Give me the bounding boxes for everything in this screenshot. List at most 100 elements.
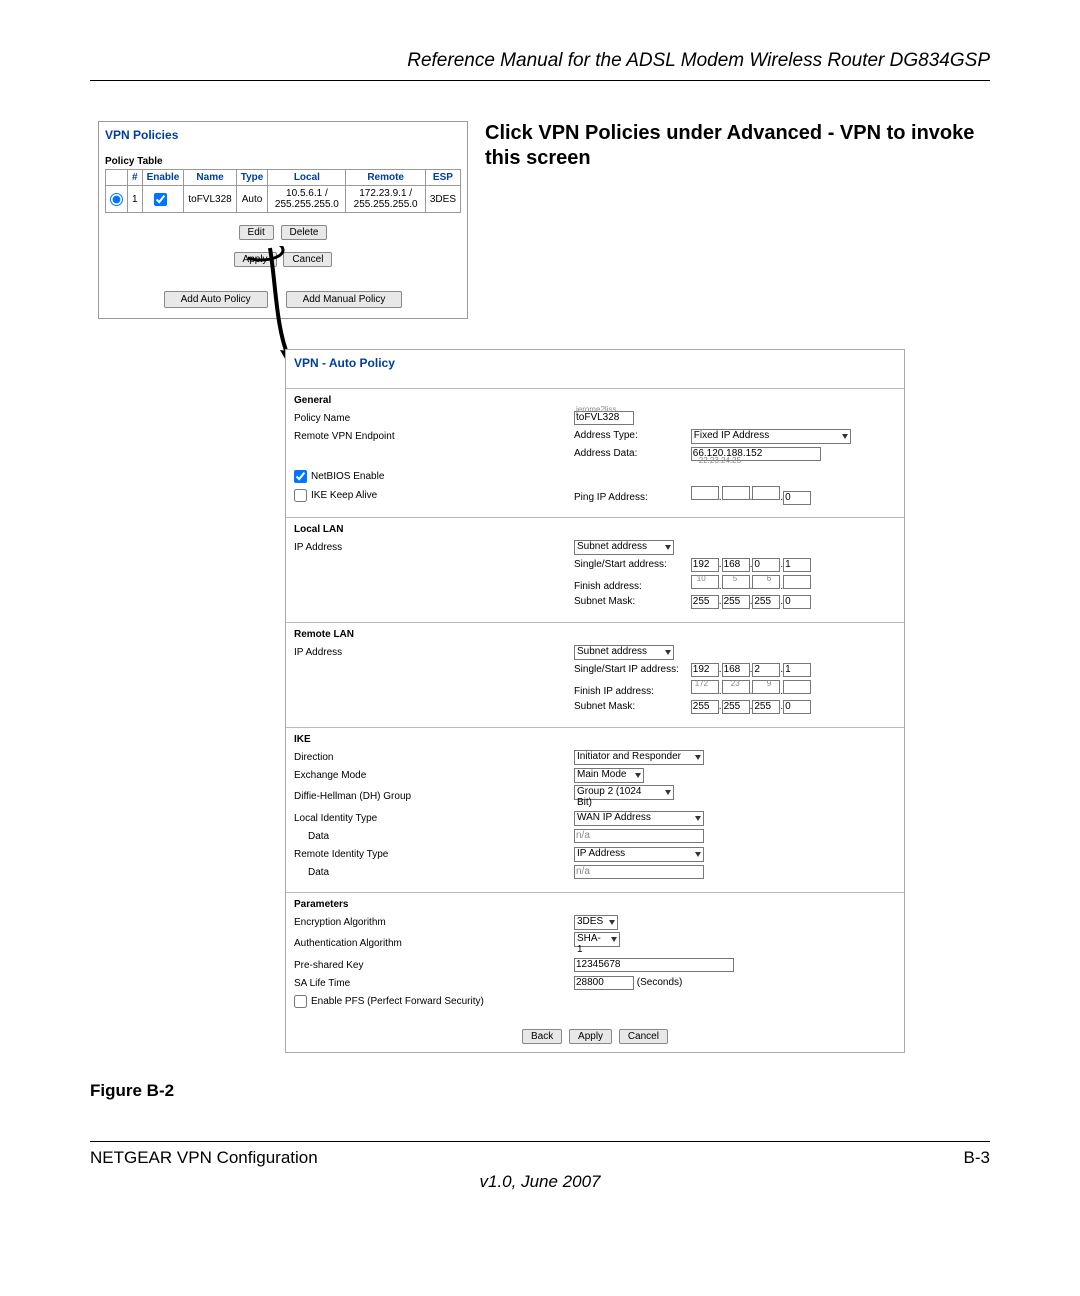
local-data-input[interactable]: n/a xyxy=(574,829,704,843)
dh-select[interactable]: Group 2 (1024 Bit) xyxy=(574,785,674,800)
local-finish-4[interactable] xyxy=(783,575,811,589)
psk-input[interactable]: 12345678 xyxy=(574,958,734,972)
ping-oct1[interactable] xyxy=(691,486,719,500)
local-mask-4[interactable]: 0 xyxy=(783,595,811,609)
sa-input[interactable]: 28800 xyxy=(574,976,634,990)
local-ip-label: IP Address xyxy=(294,542,574,553)
remote-single-4[interactable]: 1 xyxy=(783,663,811,677)
local-mask-label: Subnet Mask: xyxy=(574,596,688,607)
ping-oct4[interactable]: 0 xyxy=(783,491,811,505)
local-ip-type-select[interactable]: Subnet address xyxy=(574,540,674,555)
auth-select[interactable]: SHA-1 xyxy=(574,932,620,947)
cancel-button-2[interactable]: Cancel xyxy=(619,1029,668,1044)
local-id-select[interactable]: WAN IP Address xyxy=(574,811,704,826)
vpn-policies-title: VPN Policies xyxy=(105,128,461,142)
auto-policy-title: VPN - Auto Policy xyxy=(286,350,904,388)
netbios-label: NetBIOS Enable xyxy=(311,471,384,482)
enc-label: Encryption Algorithm xyxy=(294,917,574,928)
col-enable: Enable xyxy=(142,170,184,186)
local-single-label: Single/Start address: xyxy=(574,559,688,570)
ping-oct2[interactable] xyxy=(722,486,750,500)
ike-keepalive-checkbox[interactable] xyxy=(294,489,307,502)
col-type: Type xyxy=(236,170,268,186)
footer-right: B-3 xyxy=(964,1148,990,1168)
ike-heading: IKE xyxy=(294,734,896,745)
local-id-label: Local Identity Type xyxy=(294,813,574,824)
sa-label: SA Life Time xyxy=(294,978,574,989)
dh-label: Diffie-Hellman (DH) Group xyxy=(294,791,574,802)
g2: 5 xyxy=(733,574,737,583)
exchange-label: Exchange Mode xyxy=(294,770,574,781)
apply-button-2[interactable]: Apply xyxy=(569,1029,612,1044)
local-single-1[interactable]: 192 xyxy=(691,558,719,572)
policy-table-label: Policy Table xyxy=(105,156,461,167)
g3: 6 xyxy=(767,574,771,583)
row-enable-checkbox[interactable] xyxy=(154,193,167,206)
remote-mask-2[interactable]: 255 xyxy=(722,700,750,714)
col-name-hdr: Name xyxy=(184,170,236,186)
rg2: 23 xyxy=(731,679,740,688)
policy-table: # Enable Name Type Local Remote ESP 1 to… xyxy=(105,169,461,213)
address-type-select[interactable]: Fixed IP Address xyxy=(691,429,851,444)
local-mask-2[interactable]: 255 xyxy=(722,595,750,609)
netbios-checkbox[interactable] xyxy=(294,470,307,483)
remote-single-3[interactable]: 2 xyxy=(752,663,780,677)
local-single-3[interactable]: 0 xyxy=(752,558,780,572)
ping-oct3[interactable] xyxy=(752,486,780,500)
direction-label: Direction xyxy=(294,752,574,763)
delete-button[interactable]: Delete xyxy=(281,225,328,240)
remote-single-1[interactable]: 192 xyxy=(691,663,719,677)
enc-select[interactable]: 3DES xyxy=(574,915,618,930)
remote-id-select[interactable]: IP Address xyxy=(574,847,704,862)
pfs-checkbox[interactable] xyxy=(294,995,307,1008)
remote-endpoint-label: Remote VPN Endpoint xyxy=(294,431,574,442)
cell-esp: 3DES xyxy=(425,186,460,213)
address-type-label: Address Type: xyxy=(574,430,688,441)
col-num: # xyxy=(128,170,143,186)
local-lan-heading: Local LAN xyxy=(294,524,896,535)
remote-id-label: Remote Identity Type xyxy=(294,849,574,860)
header-rule xyxy=(90,80,990,81)
cell-name: toFVL328 xyxy=(184,186,236,213)
ping-ip-label: Ping IP Address: xyxy=(574,492,688,503)
auth-label: Authentication Algorithm xyxy=(294,938,574,949)
remote-single-2[interactable]: 168 xyxy=(722,663,750,677)
footer-rule xyxy=(90,1141,990,1142)
edit-button[interactable]: Edit xyxy=(239,225,274,240)
cell-type: Auto xyxy=(236,186,268,213)
back-button[interactable]: Back xyxy=(522,1029,562,1044)
remote-mask-1[interactable]: 255 xyxy=(691,700,719,714)
instruction-text: Click VPN Policies under Advanced - VPN … xyxy=(485,121,990,171)
local-data-label: Data xyxy=(294,831,574,842)
figure-label: Figure B-2 xyxy=(90,1081,990,1101)
remote-finish-4[interactable] xyxy=(783,680,811,694)
row-radio[interactable] xyxy=(110,193,123,206)
col-remote: Remote xyxy=(346,170,425,186)
exchange-select[interactable]: Main Mode xyxy=(574,768,644,783)
local-single-2[interactable]: 168 xyxy=(722,558,750,572)
remote-mask-4[interactable]: 0 xyxy=(783,700,811,714)
remote-mask-label: Subnet Mask: xyxy=(574,701,688,712)
footer-left: NETGEAR VPN Configuration xyxy=(90,1148,318,1168)
pfs-label: Enable PFS (Perfect Forward Security) xyxy=(311,996,484,1007)
pointer-arrow-icon xyxy=(248,246,318,366)
remote-mask-3[interactable]: 255 xyxy=(752,700,780,714)
col-local: Local xyxy=(268,170,346,186)
cell-local: 10.5.6.1 / 255.255.255.0 xyxy=(268,186,346,213)
policy-name-label: Policy Name xyxy=(294,413,574,424)
col-esp: ESP xyxy=(425,170,460,186)
local-mask-1[interactable]: 255 xyxy=(691,595,719,609)
g1: 10 xyxy=(697,574,706,583)
direction-select[interactable]: Initiator and Responder xyxy=(574,750,704,765)
psk-label: Pre-shared Key xyxy=(294,960,574,971)
local-single-4[interactable]: 1 xyxy=(783,558,811,572)
ike-keepalive-label: IKE Keep Alive xyxy=(311,490,377,501)
params-heading: Parameters xyxy=(294,899,896,910)
local-mask-3[interactable]: 255 xyxy=(752,595,780,609)
policy-name-ghost: jerome2liss xyxy=(576,405,616,414)
remote-ip-type-select[interactable]: Subnet address xyxy=(574,645,674,660)
page-header: Reference Manual for the ADSL Modem Wire… xyxy=(90,50,990,80)
cell-num: 1 xyxy=(128,186,143,213)
address-data-ghost: 22.23.24.25 xyxy=(699,456,741,465)
remote-data-input[interactable]: n/a xyxy=(574,865,704,879)
